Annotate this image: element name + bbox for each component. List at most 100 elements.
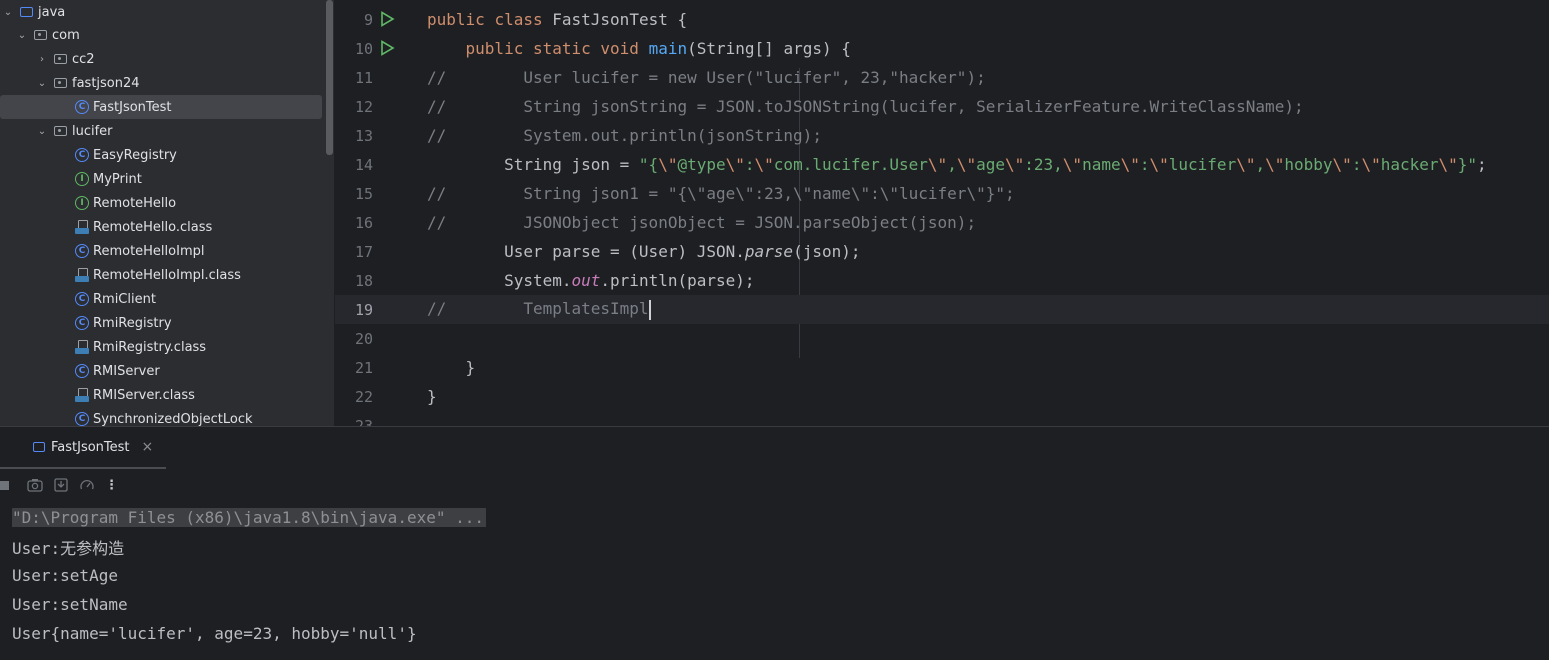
- tree-item-label: RmiRegistry: [93, 315, 172, 331]
- code-line[interactable]: 13 // System.out.println(jsonString);: [335, 121, 1549, 150]
- more-options-icon[interactable]: ⋮: [105, 478, 118, 493]
- tree-item-rmiclient[interactable]: C RmiClient: [0, 287, 322, 311]
- run-toolbar: ⋮: [0, 473, 130, 497]
- line-number: 17: [354, 242, 373, 261]
- line-number: 13: [354, 126, 373, 145]
- console-output[interactable]: "D:\Program Files (x86)\java1.8\bin\java…: [12, 503, 487, 648]
- tree-item-java[interactable]: ⌄ java: [0, 0, 322, 24]
- tree-item-lucifer[interactable]: ⌄ lucifer: [0, 119, 322, 143]
- console-line: User:setName: [12, 595, 128, 614]
- comment-text: JSONObject jsonObject = JSON.parseObject…: [523, 213, 977, 232]
- tree-item-label: com: [52, 27, 80, 43]
- tree-item-myprint[interactable]: I MyPrint: [0, 167, 322, 191]
- keyword: public: [465, 39, 524, 58]
- tree-item-label: RMIServer.class: [93, 387, 195, 403]
- tree-item-label: RmiClient: [93, 291, 156, 307]
- code-line[interactable]: 16 // JSONObject jsonObject = JSON.parse…: [335, 208, 1549, 237]
- chevron-down-icon[interactable]: ⌄: [36, 126, 48, 137]
- console-line: User:setAge: [12, 566, 118, 585]
- command-line[interactable]: "D:\Program Files (x86)\java1.8\bin\java…: [12, 508, 487, 527]
- line-number: 20: [354, 329, 373, 348]
- class-file-icon: [75, 220, 89, 234]
- package-icon: [34, 30, 47, 40]
- class-icon: C: [75, 100, 89, 114]
- interface-icon: I: [75, 172, 89, 186]
- tree-item-remotehello-class[interactable]: RemoteHello.class: [0, 215, 322, 239]
- code-line[interactable]: 9 public class FastJsonTest {: [335, 5, 1549, 34]
- package-icon: [54, 78, 67, 88]
- code-line[interactable]: 22 }: [335, 382, 1549, 411]
- code-line[interactable]: 17 User parse = (User) JSON.parse(json);: [335, 237, 1549, 266]
- comment-marker: //: [427, 299, 447, 319]
- line-number: 19: [354, 300, 373, 319]
- class-file-icon: [75, 388, 89, 402]
- chevron-down-icon[interactable]: ⌄: [2, 7, 14, 18]
- close-icon[interactable]: ×: [142, 439, 154, 455]
- package-icon: [54, 126, 67, 136]
- code-line[interactable]: 12 // String jsonString = JSON.toJSONStr…: [335, 92, 1549, 121]
- line-number: 18: [354, 271, 373, 290]
- project-tree: ⌄ java ⌄ com › cc2 ⌄ fastjson24 C FastJs…: [0, 0, 334, 426]
- code-line[interactable]: 21 }: [335, 353, 1549, 382]
- comment-marker: //: [427, 68, 447, 87]
- tree-item-remotehelloimpl[interactable]: C RemoteHelloImpl: [0, 239, 322, 263]
- tree-item-label: RemoteHello.class: [93, 219, 213, 235]
- gauge-icon[interactable]: [79, 477, 95, 493]
- code-token: ;: [1477, 155, 1487, 174]
- comment-text: String json1 = "{\"age\":23,\"name\":\"l…: [523, 184, 1015, 203]
- restore-layout-icon[interactable]: [53, 477, 69, 493]
- comment-text: TemplatesImpl: [523, 299, 649, 319]
- code-line[interactable]: 10 public static void main(String[] args…: [335, 34, 1549, 63]
- run-icon[interactable]: [379, 40, 395, 56]
- run-icon[interactable]: [379, 11, 395, 27]
- tree-item-label: RemoteHello: [93, 195, 177, 211]
- stop-icon[interactable]: [0, 480, 9, 490]
- code-line[interactable]: 14 String json = "{\"@type\":\"com.lucif…: [335, 150, 1549, 179]
- code-line[interactable]: 18 System.out.println(parse);: [335, 266, 1549, 295]
- console-icon: [33, 442, 45, 452]
- tree-item-label: FastJsonTest: [93, 99, 172, 115]
- tree-item-rmiregistry[interactable]: C RmiRegistry: [0, 311, 322, 335]
- tree-item-rmiregistry-class[interactable]: RmiRegistry.class: [0, 335, 322, 359]
- tree-item-label: java: [38, 4, 66, 20]
- tree-item-cc2[interactable]: › cc2: [0, 47, 322, 71]
- code-editor[interactable]: 9 public class FastJsonTest { 10 public …: [335, 0, 1549, 426]
- chevron-down-icon[interactable]: ⌄: [16, 30, 28, 41]
- run-tab[interactable]: FastJsonTest ×: [0, 427, 166, 469]
- keyword: static: [532, 39, 591, 58]
- tree-item-remotehello[interactable]: I RemoteHello: [0, 191, 322, 215]
- line-number: 15: [354, 184, 373, 203]
- line-number: 22: [354, 387, 373, 406]
- tree-item-fastjsontest[interactable]: C FastJsonTest: [0, 95, 322, 119]
- code-line[interactable]: 20: [335, 324, 1549, 353]
- text-caret: [648, 299, 651, 320]
- tree-item-easyregistry[interactable]: C EasyRegistry: [0, 143, 322, 167]
- tree-item-remotehelloimpl-class[interactable]: RemoteHelloImpl.class: [0, 263, 322, 287]
- tree-item-rmiserver[interactable]: C RMIServer: [0, 359, 322, 383]
- tree-scrollbar[interactable]: [326, 0, 333, 155]
- code-line[interactable]: 15 // String json1 = "{\"age\":23,\"name…: [335, 179, 1549, 208]
- tree-item-synchronizedobjectlock[interactable]: C SynchronizedObjectLock: [0, 407, 322, 426]
- class-icon: C: [75, 364, 89, 378]
- tree-item-label: RemoteHelloImpl: [93, 243, 205, 259]
- string-literal: "{\"@type\":\"com.lucifer.User\",\"age\"…: [638, 155, 1478, 174]
- tree-item-com[interactable]: ⌄ com: [0, 23, 322, 47]
- code-line[interactable]: 11 // User lucifer = new User("lucifer",…: [335, 63, 1549, 92]
- chevron-down-icon[interactable]: ⌄: [36, 78, 48, 89]
- tree-item-label: EasyRegistry: [93, 147, 177, 163]
- comment-text: String jsonString = JSON.toJSONString(lu…: [523, 97, 1304, 116]
- code-line[interactable]: 23: [335, 411, 1549, 427]
- camera-icon[interactable]: [27, 478, 43, 492]
- tree-item-fastjson24[interactable]: ⌄ fastjson24: [0, 71, 322, 95]
- tree-item-label: cc2: [72, 51, 95, 67]
- code-token: }: [465, 358, 476, 377]
- code-line-current[interactable]: 19 // TemplatesImpl: [335, 295, 1549, 324]
- keyword: void: [600, 39, 639, 58]
- package-icon: [54, 54, 67, 64]
- line-number: 14: [354, 155, 373, 174]
- tree-item-rmiserver-class[interactable]: RMIServer.class: [0, 383, 322, 407]
- comment-marker: //: [427, 126, 447, 145]
- code-token: User parse = (User) JSON.: [504, 242, 745, 261]
- class-icon: C: [75, 316, 89, 330]
- chevron-right-icon[interactable]: ›: [36, 54, 48, 65]
